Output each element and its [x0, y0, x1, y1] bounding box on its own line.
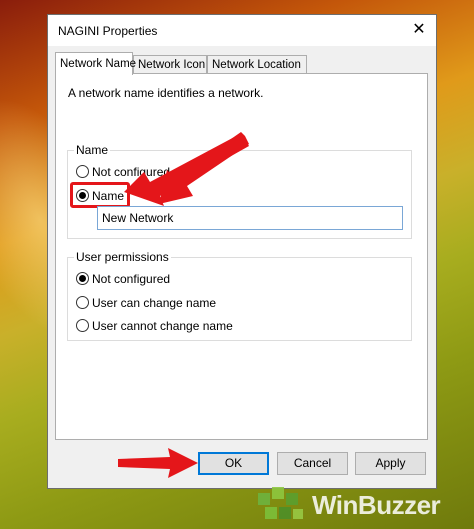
radio-button-icon[interactable]: [76, 296, 89, 310]
tab-network-name[interactable]: Network Name: [55, 52, 136, 75]
title-bar: NAGINI Properties ✕: [48, 15, 436, 46]
radio-label: User can change name: [92, 296, 217, 310]
apply-button[interactable]: Apply: [355, 452, 426, 475]
radio-button-icon[interactable]: [76, 319, 89, 333]
network-name-input[interactable]: New Network: [97, 206, 403, 230]
cancel-button[interactable]: Cancel: [277, 452, 348, 475]
radio-user-can-change[interactable]: User can change name: [76, 295, 216, 311]
radio-not-configured-name[interactable]: Not configured: [76, 164, 170, 180]
radio-not-configured-permissions[interactable]: Not configured: [76, 271, 170, 287]
name-group-label: Name: [74, 143, 111, 157]
radio-button-icon[interactable]: [76, 272, 89, 286]
radio-label: Not configured: [92, 165, 171, 179]
radio-button-icon[interactable]: [76, 165, 89, 179]
watermark-text: WinBuzzer: [312, 490, 441, 520]
ok-button[interactable]: OK: [198, 452, 269, 475]
permissions-group-label: User permissions: [74, 250, 171, 264]
radio-label: Not configured: [92, 272, 171, 286]
panel-description: A network name identifies a network.: [68, 86, 264, 100]
radio-label: User cannot change name: [92, 319, 233, 333]
close-icon[interactable]: ✕: [408, 20, 430, 40]
name-group: Name Not configured Name New Network: [67, 143, 412, 239]
window-title: NAGINI Properties: [58, 24, 158, 38]
winbuzzer-logo-icon: [258, 487, 303, 519]
radio-user-cannot-change[interactable]: User cannot change name: [76, 318, 233, 334]
tab-panel: A network name identifies a network. Nam…: [55, 73, 428, 440]
tab-network-location[interactable]: Network Location: [207, 55, 307, 74]
user-permissions-group: User permissions Not configured User can…: [67, 250, 412, 341]
annotation-highlight-box: [70, 182, 130, 208]
tab-network-icon[interactable]: Network Icon: [133, 55, 207, 74]
properties-dialog: NAGINI Properties ✕ Network Name Network…: [47, 14, 437, 489]
